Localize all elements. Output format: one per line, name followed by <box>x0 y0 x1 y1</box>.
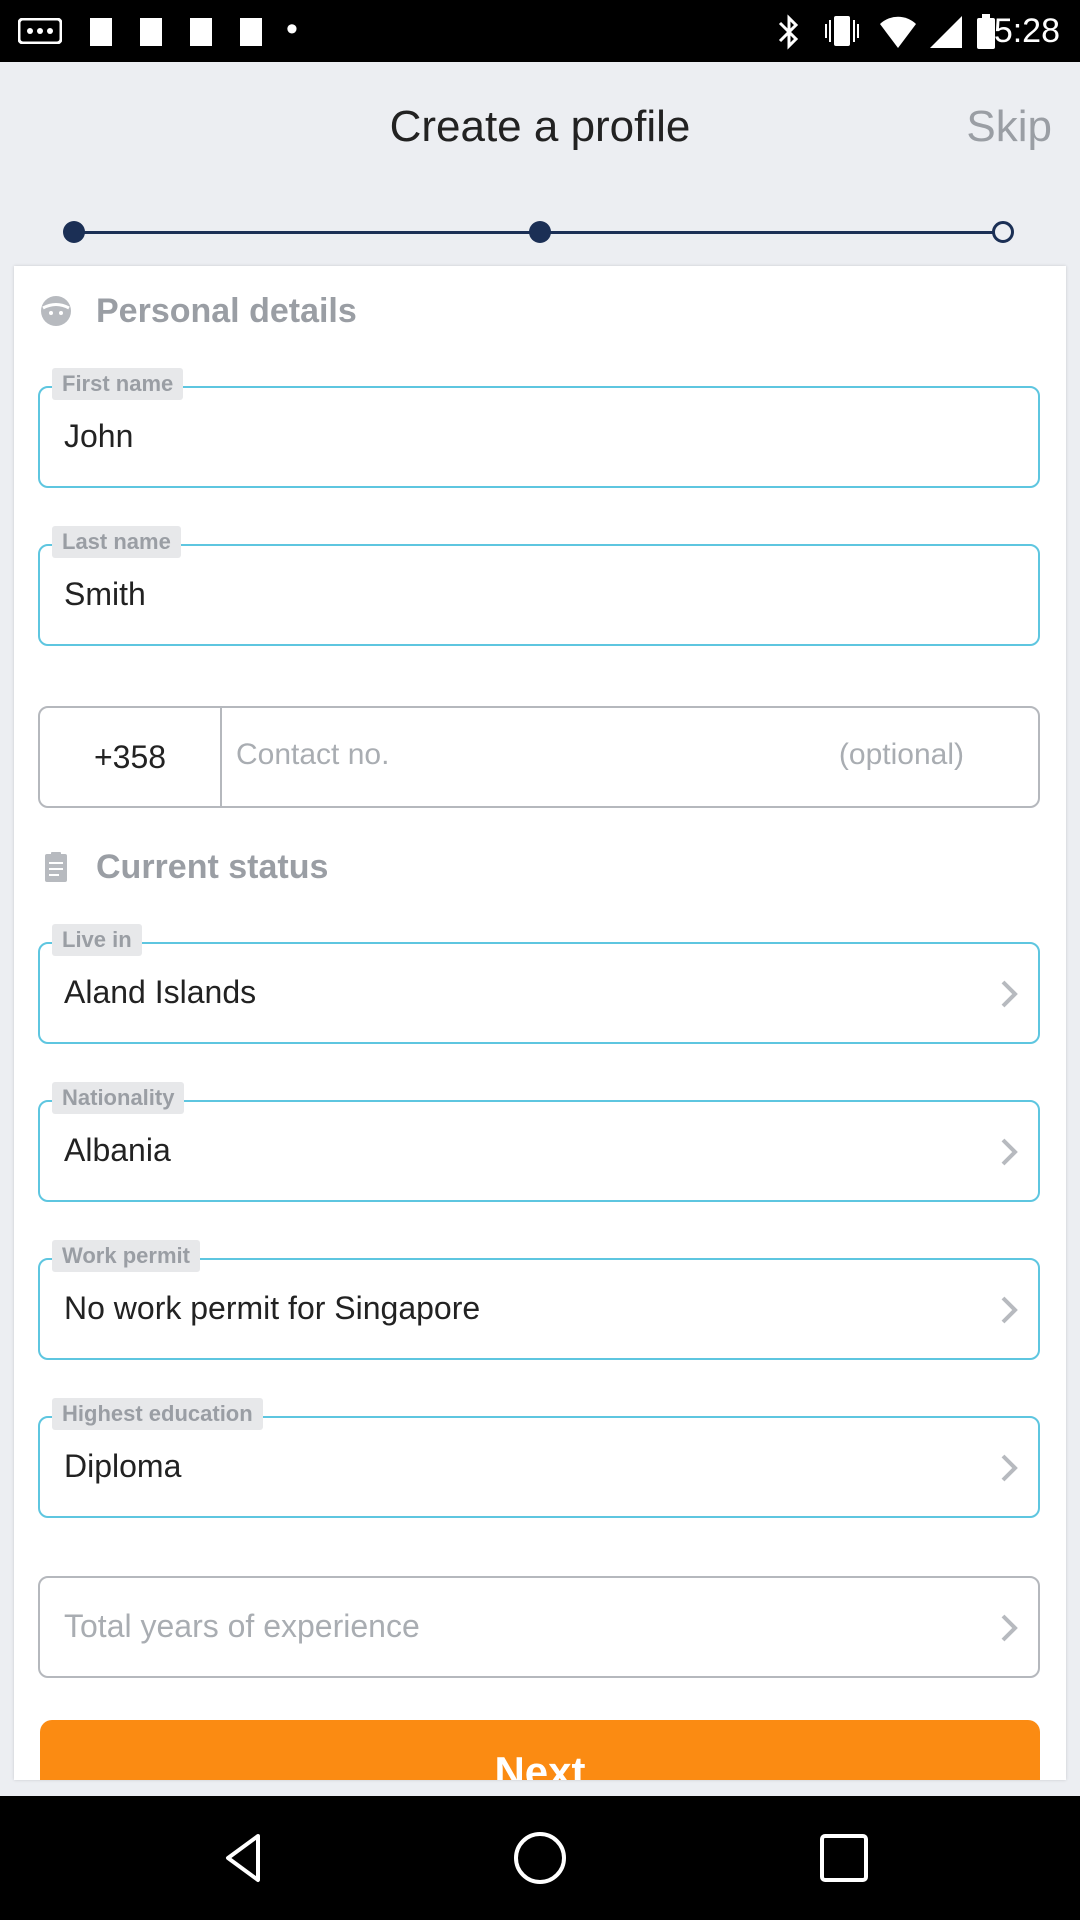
status-time: 5:28 <box>993 12 1060 50</box>
first-name-value[interactable]: John <box>64 418 133 455</box>
step-2-dot <box>529 221 551 243</box>
highest-education-label: Highest education <box>52 1398 263 1430</box>
page-title: Create a profile <box>389 102 691 151</box>
back-icon[interactable] <box>214 1828 274 1888</box>
nationality-field[interactable]: Nationality Albania <box>38 1082 1040 1202</box>
chevron-right-icon <box>1001 1138 1018 1166</box>
live-in-field[interactable]: Live in Aland Islands <box>38 924 1040 1044</box>
optional-hint: (optional) <box>838 738 964 771</box>
contact-number-input[interactable]: Contact no. (optional) <box>222 708 1038 806</box>
last-name-value[interactable]: Smith <box>64 576 146 613</box>
wifi-icon <box>880 16 916 48</box>
notification-icon <box>90 18 112 46</box>
signal-icon <box>930 16 962 48</box>
last-name-label: Last name <box>52 526 181 558</box>
live-in-label: Live in <box>52 924 142 956</box>
clipboard-icon <box>45 852 67 882</box>
personal-details-header: Personal details <box>40 286 357 336</box>
home-icon[interactable] <box>510 1828 570 1888</box>
more-notifications-icon: • <box>286 10 298 48</box>
vibrate-icon <box>825 16 859 46</box>
nationality-label: Nationality <box>52 1082 185 1114</box>
recent-apps-icon[interactable] <box>814 1828 874 1888</box>
nationality-value: Albania <box>64 1132 171 1168</box>
highest-education-field[interactable]: Highest education Diploma <box>38 1398 1040 1518</box>
contact-placeholder: Contact no. <box>236 738 390 771</box>
progress-stepper <box>63 219 1014 249</box>
chevron-right-icon <box>1001 980 1018 1008</box>
step-1-dot <box>63 221 85 243</box>
notification-icon-2 <box>140 18 162 46</box>
highest-education-value: Diploma <box>64 1448 182 1484</box>
chevron-right-icon <box>1001 1296 1018 1324</box>
contact-number-field: +358 Contact no. (optional) <box>38 706 1040 808</box>
step-3-dot <box>992 221 1014 243</box>
chevron-right-icon <box>1001 1614 1018 1642</box>
experience-field[interactable]: Total years of experience <box>38 1576 1040 1678</box>
next-button[interactable]: Next <box>40 1720 1040 1780</box>
work-permit-label: Work permit <box>52 1240 200 1272</box>
last-name-field[interactable]: Last name Smith <box>38 526 1040 646</box>
first-name-field[interactable]: First name John <box>38 368 1040 488</box>
experience-placeholder: Total years of experience <box>64 1608 420 1644</box>
notification-icon-4 <box>240 18 262 46</box>
message-icon <box>18 18 62 44</box>
profile-form-card: Personal details First name John Last na… <box>14 266 1066 1780</box>
country-code-selector[interactable]: +358 <box>40 708 222 806</box>
bluetooth-icon <box>778 14 799 50</box>
navigation-bar <box>0 1796 1080 1920</box>
skip-button[interactable]: Skip <box>966 102 1052 152</box>
section-title-personal: Personal details <box>96 291 357 330</box>
status-bar: • 5:28 <box>0 0 1080 62</box>
work-permit-value: No work permit for Singapore <box>64 1290 481 1326</box>
current-status-header: Current status <box>40 842 328 892</box>
section-title-status: Current status <box>96 847 329 886</box>
header: Create a profile Skip <box>0 62 1080 262</box>
user-icon <box>41 296 71 326</box>
notification-icon-3 <box>190 18 212 46</box>
chevron-right-icon <box>1001 1454 1018 1482</box>
work-permit-field[interactable]: Work permit No work permit for Singapore <box>38 1240 1040 1360</box>
first-name-label: First name <box>52 368 184 400</box>
live-in-value: Aland Islands <box>64 974 257 1010</box>
